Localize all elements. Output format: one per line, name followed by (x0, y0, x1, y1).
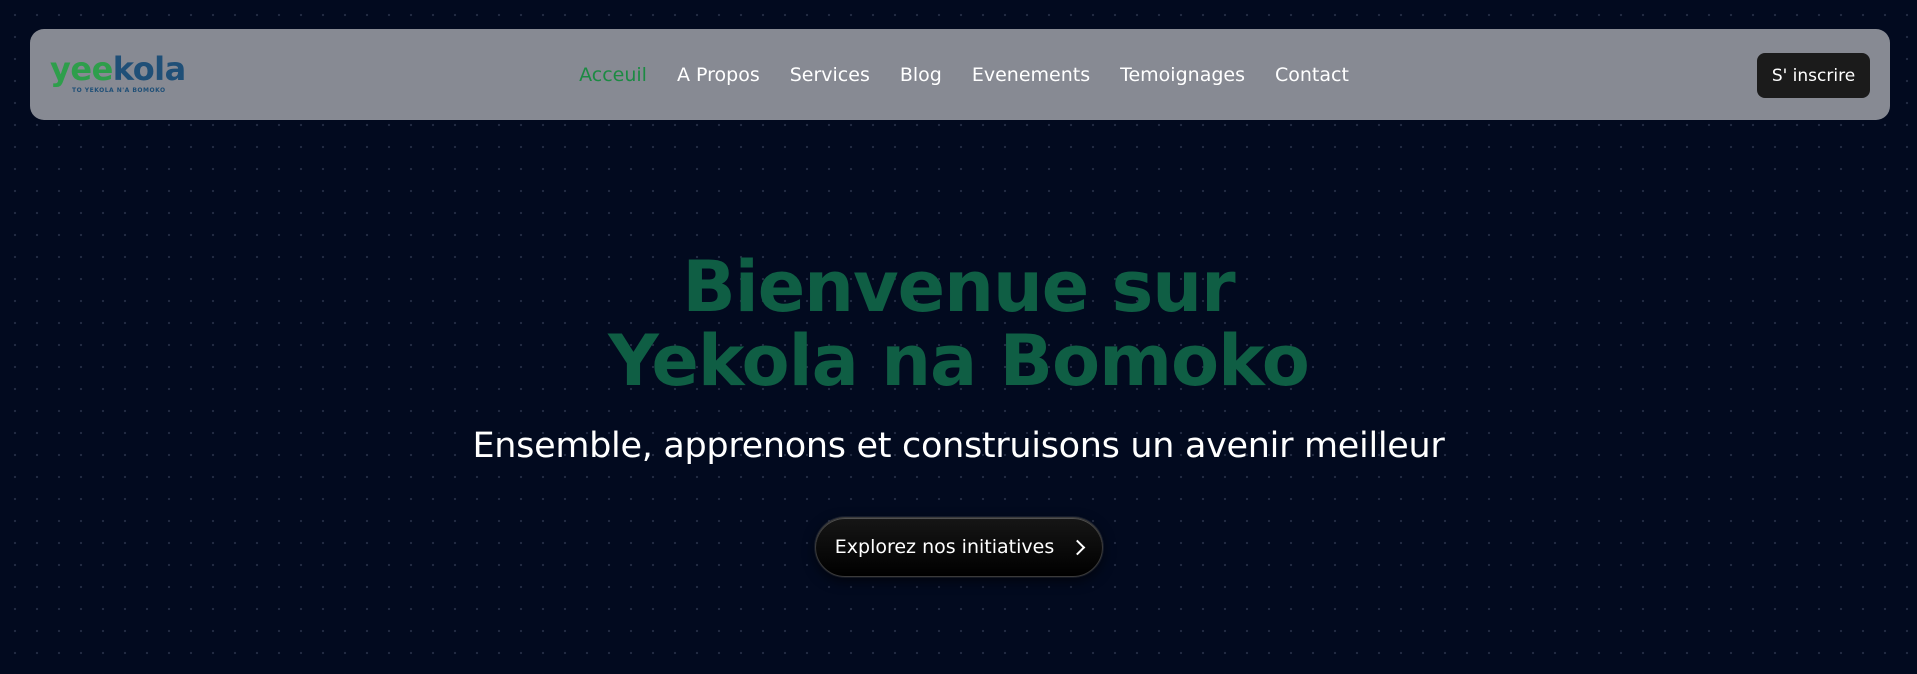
hero-title-line2: Yekola na Bomoko (608, 320, 1310, 402)
hero-subtitle: Ensemble, apprenons et construisons un a… (472, 426, 1445, 466)
signup-button[interactable]: S' inscrire (1757, 53, 1870, 98)
explore-initiatives-button[interactable]: Explorez nos initiatives (815, 517, 1103, 577)
nav-link-a-propos[interactable]: A Propos (677, 64, 760, 86)
nav-link-evenements[interactable]: Evenements (972, 64, 1090, 86)
explore-initiatives-label: Explorez nos initiatives (834, 536, 1055, 558)
nav-link-temoignages[interactable]: Temoignages (1120, 64, 1245, 86)
hero-title: Bienvenue sur Yekola na Bomoko (0, 250, 1917, 398)
navbar: yeekola TO YEKOLA N'A BOMOKO Acceuil A P… (30, 29, 1890, 120)
main-nav: Acceuil A Propos Services Blog Evenement… (30, 29, 1890, 120)
chevron-right-icon (1069, 539, 1086, 555)
hero-title-line1: Bienvenue sur (682, 246, 1235, 328)
hero-section: Bienvenue sur Yekola na Bomoko Ensemble,… (0, 250, 1917, 466)
nav-link-blog[interactable]: Blog (900, 64, 942, 86)
nav-link-acceuil[interactable]: Acceuil (579, 64, 647, 86)
nav-link-contact[interactable]: Contact (1275, 64, 1349, 86)
nav-link-services[interactable]: Services (790, 64, 870, 86)
